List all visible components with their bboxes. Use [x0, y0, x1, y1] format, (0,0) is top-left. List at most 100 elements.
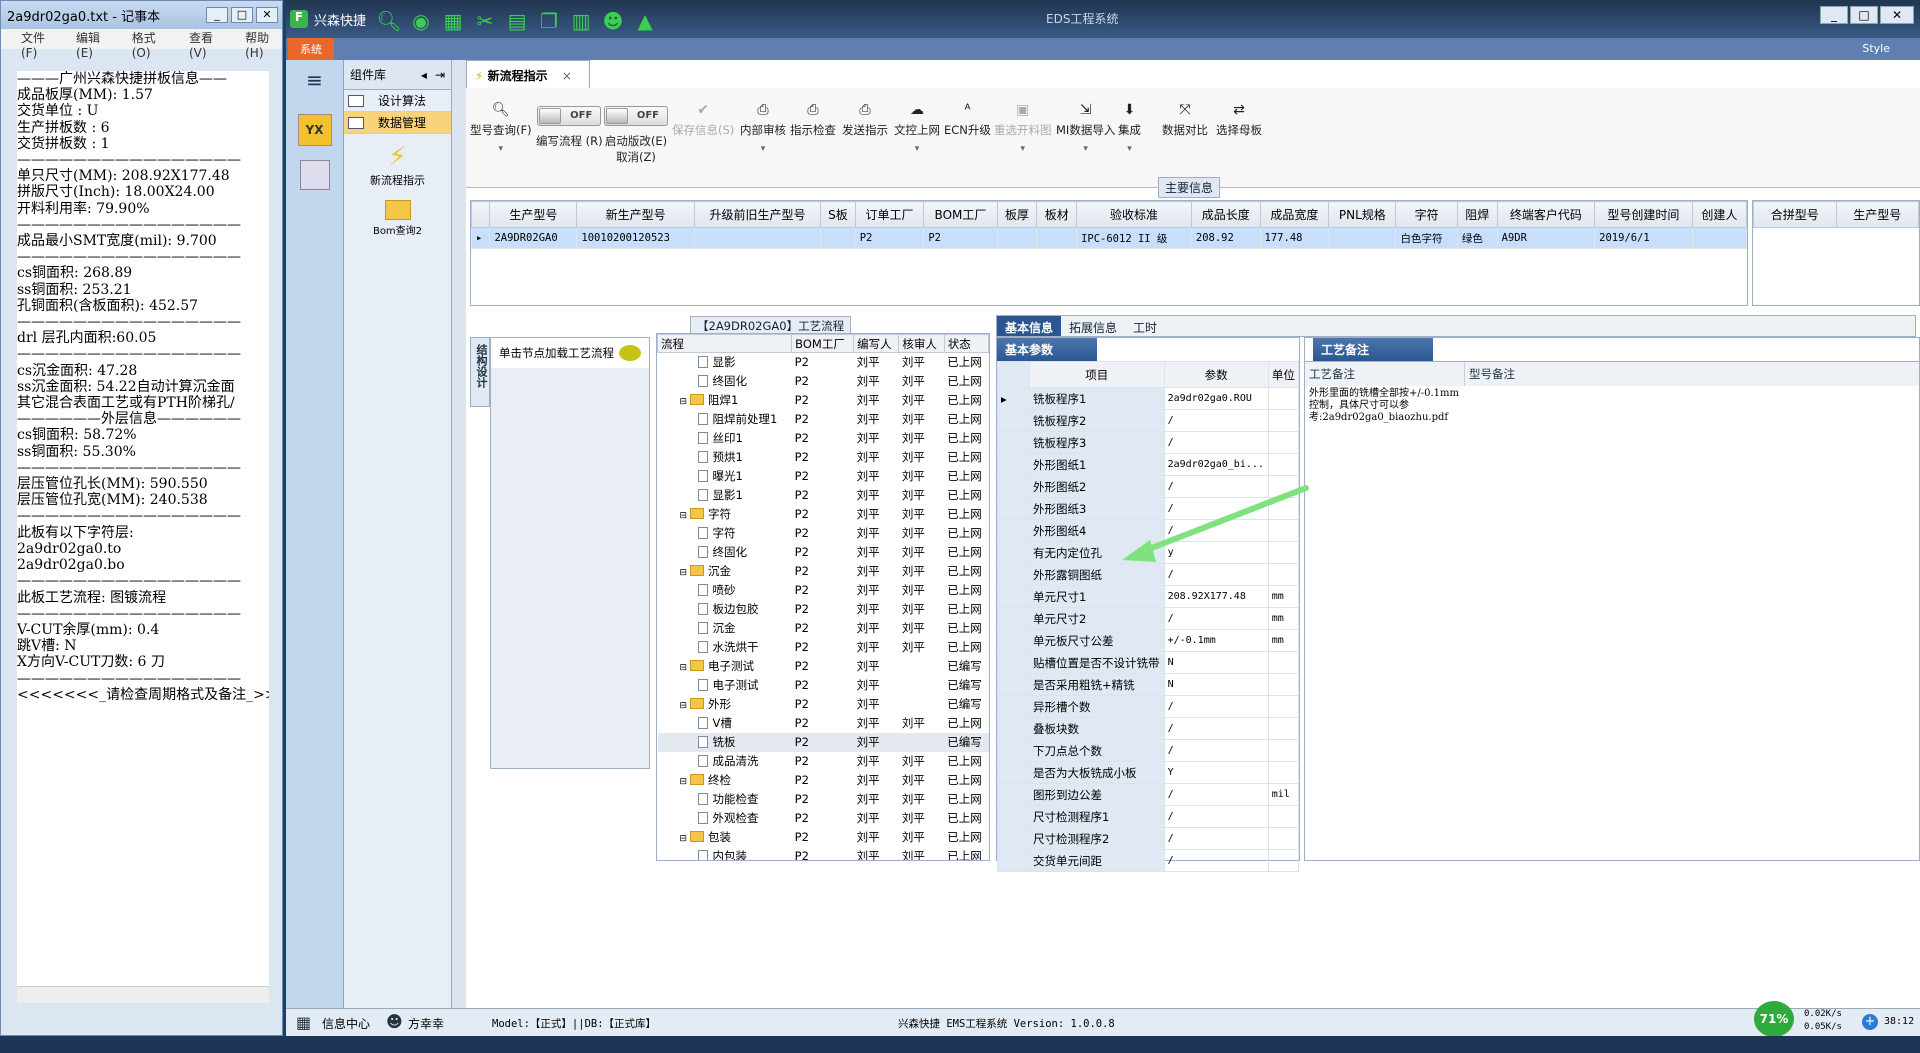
- film-icon[interactable]: ▤: [504, 9, 530, 35]
- table-cell[interactable]: P2: [923, 227, 998, 249]
- tree-node[interactable]: 功能检查: [658, 790, 792, 809]
- tree-row[interactable]: 板边包胶 P2 刘平 刘平 已上网: [658, 600, 989, 619]
- param-value[interactable]: /: [1163, 849, 1269, 872]
- maximize-button[interactable]: □: [231, 7, 253, 23]
- col-header[interactable]: 核审人: [898, 334, 945, 353]
- docs-icon[interactable]: ❐: [536, 9, 562, 35]
- col-header[interactable]: 板厚: [996, 201, 1038, 228]
- tree-row[interactable]: V槽 P2 刘平 刘平 已上网: [658, 714, 989, 733]
- expand-toggle-icon[interactable]: ⊟: [680, 568, 688, 578]
- grid-icon[interactable]: ▦: [440, 9, 466, 35]
- table-cell[interactable]: 177.48: [1259, 227, 1330, 249]
- notepad-menu-item[interactable]: 编辑(E): [76, 29, 112, 60]
- menu-hamburger-icon[interactable]: ≡: [304, 68, 326, 92]
- param-row[interactable]: 贴槽位置是否不设计铣带 N: [997, 651, 1300, 674]
- tree-row[interactable]: 电子测试 P2 刘平 已编写: [658, 676, 989, 695]
- col-header[interactable]: 合拼型号: [1753, 201, 1837, 228]
- param-value[interactable]: /: [1163, 409, 1269, 432]
- table-cell[interactable]: IPC-6012 II 级: [1076, 227, 1192, 249]
- add-icon[interactable]: +: [1862, 1014, 1878, 1030]
- tree-node[interactable]: 终固化: [658, 543, 792, 562]
- tree-node[interactable]: 终固化: [658, 372, 792, 391]
- chart-icon[interactable]: ▲: [632, 9, 658, 35]
- expand-toggle-icon[interactable]: ⊟: [680, 511, 688, 521]
- toolbar-button[interactable]: ⎙ 指示检查: [790, 102, 836, 138]
- tree-node[interactable]: ⊟ 字符: [658, 505, 792, 524]
- notepad-menu-item[interactable]: 查看(V): [189, 29, 225, 60]
- param-row[interactable]: 叠板块数 /: [997, 717, 1300, 740]
- tree-node[interactable]: 沉金: [658, 619, 792, 638]
- tree-row[interactable]: 预烘1 P2 刘平 刘平 已上网: [658, 448, 989, 467]
- expand-toggle-icon[interactable]: ⊟: [680, 777, 688, 787]
- expand-toggle-icon[interactable]: ⊟: [680, 397, 688, 407]
- param-value[interactable]: Y: [1163, 761, 1269, 784]
- toggle-switch[interactable]: OFF: [604, 106, 668, 126]
- tree-node[interactable]: 板边包胶: [658, 600, 792, 619]
- col-header[interactable]: 单位: [1267, 361, 1300, 388]
- detail-tab[interactable]: 工时: [1125, 316, 1165, 336]
- table-cell[interactable]: [693, 227, 822, 249]
- expand-toggle-icon[interactable]: ⊟: [680, 701, 688, 711]
- col-header[interactable]: 成品宽度: [1259, 201, 1330, 228]
- tree-node[interactable]: 外观检查: [658, 809, 792, 828]
- param-value[interactable]: /: [1163, 431, 1269, 454]
- tree-node[interactable]: 预烘1: [658, 448, 792, 467]
- toolbar-button[interactable]: ᴬ ECN升级: [944, 102, 991, 138]
- app-minimize-button[interactable]: _: [1820, 6, 1848, 24]
- param-value[interactable]: +/-0.1mm: [1163, 629, 1269, 652]
- col-header[interactable]: 参数: [1163, 361, 1269, 388]
- tree-row[interactable]: ⊟ 外形 P2 刘平 已编写: [658, 695, 989, 714]
- new-flow-action[interactable]: ⚡ 新流程指示: [344, 142, 451, 188]
- param-value[interactable]: 2a9dr02ga0_bi...: [1163, 453, 1269, 476]
- col-header[interactable]: 升级前旧生产型号: [693, 201, 822, 228]
- table-cell[interactable]: [996, 227, 1038, 249]
- param-value[interactable]: /: [1163, 739, 1269, 762]
- col-header[interactable]: 订单工厂: [854, 201, 925, 228]
- table-cell[interactable]: [1328, 227, 1397, 249]
- tree-row[interactable]: 成品清洗 P2 刘平 刘平 已上网: [658, 752, 989, 771]
- toolbar-button[interactable]: ⬇ 集成 ▾: [1118, 102, 1141, 154]
- tree-row[interactable]: ⊟ 字符 P2 刘平 刘平 已上网: [658, 505, 989, 524]
- tree-row[interactable]: 功能检查 P2 刘平 刘平 已上网: [658, 790, 989, 809]
- notepad-menu-item[interactable]: 帮助(H): [245, 29, 282, 60]
- table-cell[interactable]: 绿色: [1456, 227, 1498, 249]
- param-value[interactable]: /: [1163, 717, 1269, 740]
- col-header[interactable]: 流程: [657, 334, 793, 353]
- close-button[interactable]: ✕: [256, 7, 278, 23]
- tree-node[interactable]: 阻焊前处理1: [658, 410, 792, 429]
- param-value[interactable]: N: [1163, 651, 1269, 674]
- toolbar-button[interactable]: OFF 启动版改(E) 取消(Z): [604, 106, 668, 165]
- tree-node[interactable]: 内包装: [658, 847, 792, 860]
- toolbar-button[interactable]: 🔍︎ 型号查询(F) ▾: [470, 102, 532, 154]
- tree-row[interactable]: 字符 P2 刘平 刘平 已上网: [658, 524, 989, 543]
- tree-row[interactable]: ⊟ 电子测试 P2 刘平 已编写: [658, 657, 989, 676]
- tree-node[interactable]: 显影: [658, 353, 792, 372]
- table-cell[interactable]: [820, 227, 856, 249]
- tree-node[interactable]: 字符: [658, 524, 792, 543]
- notepad-menu-item[interactable]: 文件(F): [21, 29, 56, 60]
- tree-row[interactable]: 曝光1 P2 刘平 刘平 已上网: [658, 467, 989, 486]
- expand-toggle-icon[interactable]: ⊟: [680, 834, 688, 844]
- tree-node[interactable]: V槽: [658, 714, 792, 733]
- col-header[interactable]: 编写人: [853, 334, 900, 353]
- tree-row[interactable]: 喷砂 P2 刘平 刘平 已上网: [658, 581, 989, 600]
- notepad-text-area[interactable]: ———广州兴森快捷拼板信息—— 成品板厚(MM): 1.57 交货单位 : U 生产拼…: [17, 71, 269, 986]
- tree-row[interactable]: 沉金 P2 刘平 刘平 已上网: [658, 619, 989, 638]
- col-header[interactable]: 成品长度: [1190, 201, 1261, 228]
- tree-node[interactable]: ⊟ 外形: [658, 695, 792, 714]
- col-header[interactable]: 项目: [1029, 361, 1165, 388]
- toolbar-button[interactable]: ▣ 重选开料图 ▾: [994, 102, 1052, 154]
- table-icon[interactable]: ▥: [568, 9, 594, 35]
- toolbar-button[interactable]: ⇲ MI数据导入 ▾: [1056, 102, 1115, 154]
- param-value[interactable]: /: [1163, 783, 1269, 806]
- tree-row[interactable]: 水洗烘干 P2 刘平 刘平 已上网: [658, 638, 989, 657]
- bom-query-action[interactable]: Bom查询2: [344, 200, 451, 237]
- param-value[interactable]: /: [1163, 805, 1269, 828]
- app-close-button[interactable]: ✕: [1880, 6, 1914, 24]
- param-row[interactable]: 是否采用粗铣+精铣 N: [997, 673, 1300, 696]
- structure-tab[interactable]: 结构设计: [470, 337, 490, 407]
- table-cell[interactable]: [1691, 227, 1748, 249]
- calculator-icon[interactable]: [299, 160, 330, 190]
- tree-row[interactable]: ⊟ 终检 P2 刘平 刘平 已上网: [658, 771, 989, 790]
- param-row[interactable]: 交货单元间距 /: [997, 849, 1300, 872]
